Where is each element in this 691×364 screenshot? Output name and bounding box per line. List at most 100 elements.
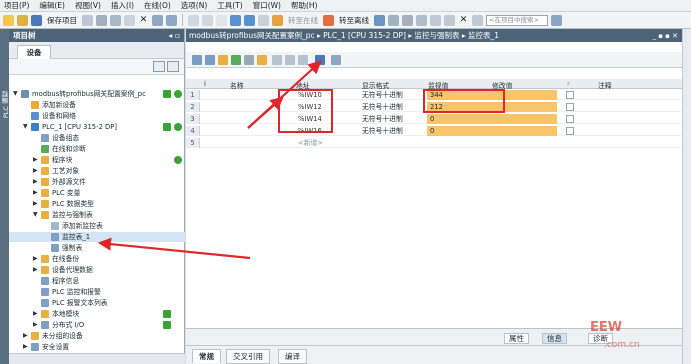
tree-item[interactable]: 设备组态 <box>9 133 185 143</box>
tab-devices[interactable]: 设备 <box>17 45 51 59</box>
go-offline-button[interactable]: 转至离线 <box>339 15 369 26</box>
modify-value-cell[interactable] <box>491 126 557 136</box>
compile-icon[interactable] <box>216 14 227 26</box>
overview-icon[interactable] <box>153 61 165 72</box>
collapsed-icon[interactable]: ▶ <box>33 254 38 264</box>
cross-reference-icon[interactable] <box>416 14 427 26</box>
tree-item[interactable]: 设备和网络 <box>9 111 185 121</box>
modify-trigger-icon[interactable] <box>231 55 241 65</box>
collapsed-icon[interactable]: ▶ <box>33 199 38 209</box>
tree-item[interactable]: 程序信息 <box>9 276 185 286</box>
table-row[interactable]: 3 %IW14 无符号十进制 0 <box>186 114 682 124</box>
show-modify-column-icon[interactable] <box>272 55 282 65</box>
expanded-icon[interactable]: ▼ <box>13 89 18 99</box>
modify-checkbox[interactable] <box>566 91 574 99</box>
split-editor-icon[interactable] <box>188 14 199 26</box>
tree-item[interactable]: ▶ 本地模块 <box>9 309 185 319</box>
add-row-icon[interactable] <box>205 55 215 65</box>
collapsed-icon[interactable]: ▶ <box>23 342 28 352</box>
window-arrange-icon[interactable] <box>472 14 483 26</box>
copy-icon[interactable] <box>110 14 121 26</box>
modify-checkbox[interactable] <box>566 103 574 111</box>
expanded-icon[interactable]: ▼ <box>33 210 38 220</box>
tree-item[interactable]: ▼ 监控与强制表 <box>9 210 185 220</box>
accessible-devices-icon[interactable] <box>374 14 385 26</box>
collapsed-icon[interactable]: ▶ <box>23 331 28 341</box>
go-online-icon[interactable] <box>272 14 283 26</box>
tree-item[interactable]: ▶ 工艺对象 <box>9 166 185 176</box>
menu-online[interactable]: 在线(O) <box>144 0 171 11</box>
download-icon[interactable] <box>230 14 241 26</box>
table-row[interactable]: 4 %IW16 无符号十进制 0 <box>186 126 682 136</box>
menu-edit[interactable]: 编辑(E) <box>39 0 65 11</box>
tree-item[interactable]: ▶ 外部源文件 <box>9 177 185 187</box>
insert-row-icon[interactable] <box>192 55 202 65</box>
tab-cross-reference[interactable]: 交叉引用 <box>226 349 270 364</box>
delete-icon[interactable]: ✕ <box>138 15 149 26</box>
properties-button[interactable]: 属性 <box>504 333 529 344</box>
tree-item[interactable]: 添加新设备 <box>9 100 185 110</box>
tree-item[interactable]: ▶ 程序块 <box>9 155 185 165</box>
monitor-once-icon[interactable] <box>331 55 341 65</box>
modify-now-icon[interactable] <box>218 55 228 65</box>
split-horizontal-icon[interactable] <box>430 14 441 26</box>
tree-item[interactable]: PLC 监控和报警 <box>9 287 185 297</box>
start-cpu-icon[interactable] <box>388 14 399 26</box>
info-button[interactable]: 信息 <box>542 333 567 344</box>
menu-window[interactable]: 窗口(W) <box>253 0 281 11</box>
collapsed-icon[interactable]: ▶ <box>33 166 38 176</box>
tree-item[interactable]: ▶ PLC 数据类型 <box>9 199 185 209</box>
collapse-icon[interactable]: ◂ ▫ <box>169 31 180 40</box>
tree-item[interactable]: ▶ 在线备份 <box>9 254 185 264</box>
split-vertical-icon[interactable] <box>444 14 455 26</box>
tree-item[interactable]: PLC 报警文本列表 <box>9 298 185 308</box>
close-icon[interactable]: ✕ <box>458 15 469 26</box>
format-cell[interactable]: 无符号十进制 <box>362 126 403 136</box>
print-icon[interactable] <box>82 14 93 26</box>
search-icon[interactable] <box>551 14 562 26</box>
go-offline-icon[interactable] <box>323 14 334 26</box>
add-icon[interactable] <box>167 61 179 72</box>
project-search-input[interactable]: <在项目中搜索> <box>486 14 548 26</box>
breadcrumb-path[interactable]: modbus转profibus网关配置案例_pc ▸ PLC_1 [CPU 31… <box>189 30 499 41</box>
menu-view[interactable]: 视图(V) <box>75 0 101 11</box>
collapsed-icon[interactable]: ▶ <box>33 309 38 319</box>
format-cell[interactable]: 无符号十进制 <box>362 90 403 100</box>
collapsed-icon[interactable]: ▶ <box>33 265 38 275</box>
window-controls[interactable]: _ ▪ ▪ ✕ <box>652 32 682 40</box>
enable-peripheral-icon[interactable] <box>244 55 254 65</box>
tree-item[interactable]: ▼ PLC_1 [CPU 315-2 DP] <box>9 122 185 132</box>
tree-item[interactable]: 强制表 <box>9 243 185 253</box>
right-task-strip[interactable] <box>682 29 691 364</box>
address-cell[interactable]: <新增> <box>298 138 323 148</box>
modify-value-cell[interactable] <box>491 114 557 124</box>
tree-item[interactable]: ▶ 设备代理数据 <box>9 265 185 275</box>
tree-item[interactable]: ▶ 未分组的设备 <box>9 331 185 341</box>
show-extended-icon[interactable] <box>285 55 295 65</box>
tree-item[interactable]: ▶ PLC 变量 <box>9 188 185 198</box>
monitor-all-icon[interactable] <box>315 55 325 65</box>
tree-item[interactable]: ▶ 安全设置 <box>9 342 185 352</box>
collapsed-icon[interactable]: ▶ <box>33 155 38 165</box>
force-icon[interactable] <box>257 55 267 65</box>
tree-item[interactable]: ▶ 分布式 I/O <box>9 320 185 330</box>
expanded-icon[interactable]: ▼ <box>23 122 28 132</box>
format-cell[interactable]: 无符号十进制 <box>362 114 403 124</box>
simulation-icon[interactable] <box>258 14 269 26</box>
collapsed-icon[interactable]: ▶ <box>33 320 38 330</box>
tree-item[interactable]: 添加新监控表 <box>9 221 185 231</box>
tree-item[interactable]: 在线和诊断 <box>9 144 185 154</box>
tree-item[interactable]: ▼ modbus转profibus网关配置案例_pc <box>9 89 185 99</box>
undo-icon[interactable] <box>152 14 163 26</box>
tree-item[interactable]: 监控表_1 <box>9 232 185 242</box>
go-online-button[interactable]: 转至在线 <box>288 15 318 26</box>
collapsed-icon[interactable]: ▶ <box>33 188 38 198</box>
project-tree-scroll[interactable] <box>9 353 185 364</box>
menu-project[interactable]: 项目(P) <box>4 0 29 11</box>
menu-options[interactable]: 选项(N) <box>181 0 207 11</box>
stop-cpu-icon[interactable] <box>402 14 413 26</box>
modify-checkbox[interactable] <box>566 115 574 123</box>
menu-insert[interactable]: 插入(I) <box>111 0 134 11</box>
collapsed-icon[interactable]: ▶ <box>33 177 38 187</box>
tab-compile[interactable]: 编译 <box>278 349 307 364</box>
